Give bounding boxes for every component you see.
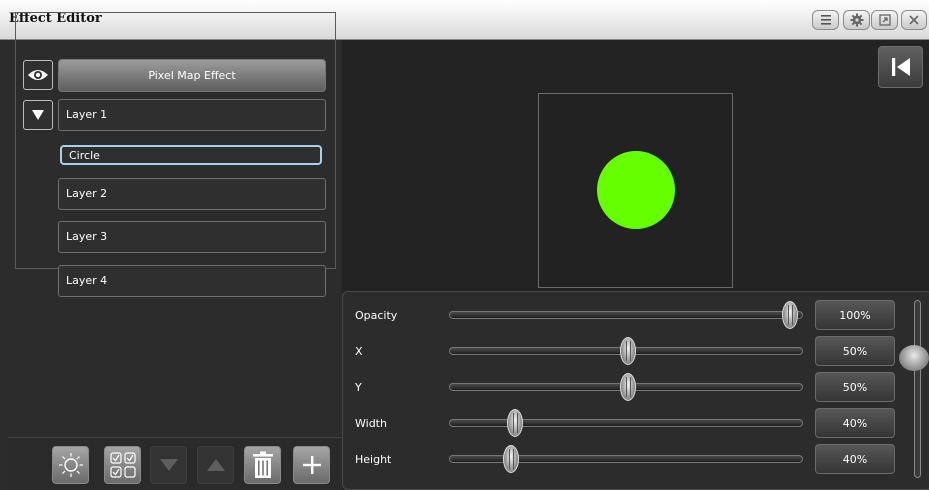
close-icon — [909, 15, 919, 25]
delete-button[interactable] — [244, 446, 281, 484]
close-button[interactable] — [901, 10, 927, 30]
opacity-slider[interactable] — [449, 301, 803, 329]
move-up-button[interactable] — [197, 446, 234, 484]
property-value: 50% — [842, 380, 868, 394]
move-down-icon — [159, 459, 178, 471]
layer-row[interactable]: Layer 4 — [58, 265, 326, 297]
skip-to-start-icon — [891, 58, 910, 76]
layer-label: Layer 1 — [66, 108, 108, 121]
property-value: 40% — [842, 416, 868, 430]
triangle-down-icon — [32, 110, 44, 120]
rewind-button[interactable] — [878, 46, 923, 88]
visibility-toggle[interactable] — [23, 60, 53, 90]
slider-handle[interactable] — [620, 337, 636, 365]
x-slider[interactable] — [449, 337, 803, 365]
layer-row[interactable]: Layer 2 — [58, 178, 326, 210]
layer-row[interactable]: Layer 3 — [58, 221, 326, 253]
width-slider[interactable] — [449, 409, 803, 437]
layer-label: Layer 3 — [66, 230, 108, 243]
layer-label: Circle — [69, 149, 100, 162]
layer-row-selected[interactable]: Circle — [60, 145, 322, 165]
expand-button[interactable] — [871, 10, 898, 30]
select-multiple-icon — [109, 452, 136, 478]
y-slider[interactable] — [449, 373, 803, 401]
x-value-button[interactable]: 50% — [815, 336, 895, 366]
property-label: Width — [355, 417, 387, 430]
gear-icon — [850, 13, 863, 27]
height-slider[interactable] — [449, 445, 803, 473]
property-label: X — [355, 345, 363, 358]
property-value: 100% — [839, 308, 871, 322]
move-down-button[interactable] — [150, 446, 187, 484]
property-value: 50% — [842, 344, 868, 358]
scrollbar-thumb[interactable] — [899, 345, 929, 371]
eye-icon — [28, 70, 48, 80]
expand-layer-toggle[interactable] — [23, 100, 53, 130]
property-label: Opacity — [355, 309, 398, 322]
list-icon — [820, 15, 831, 25]
height-value-button[interactable]: 40% — [815, 444, 895, 474]
slider-handle[interactable] — [620, 373, 636, 401]
circle-shape — [597, 151, 675, 229]
settings-button[interactable] — [843, 10, 870, 30]
properties-scrollbar[interactable] — [914, 300, 921, 478]
slider-handle[interactable] — [503, 445, 519, 473]
property-label: Height — [355, 453, 392, 466]
width-value-button[interactable]: 40% — [815, 408, 895, 438]
property-label: Y — [355, 381, 362, 394]
slider-handle[interactable] — [782, 301, 798, 329]
effect-preview — [538, 93, 733, 288]
layer-row[interactable]: Layer 1 — [58, 99, 326, 131]
brightness-icon — [58, 453, 83, 477]
layer-label: Layer 4 — [66, 274, 108, 287]
add-icon — [302, 456, 321, 474]
trash-icon — [252, 451, 273, 478]
slider-handle[interactable] — [507, 409, 523, 437]
opacity-value-button[interactable]: 100% — [815, 300, 895, 330]
y-value-button[interactable]: 50% — [815, 372, 895, 402]
effect-button[interactable]: Pixel Map Effect — [58, 59, 326, 92]
select-multiple-button[interactable] — [104, 446, 141, 484]
effect-label: Pixel Map Effect — [148, 69, 236, 82]
layer-label: Layer 2 — [66, 187, 108, 200]
expand-icon — [878, 14, 891, 26]
property-value: 40% — [842, 452, 868, 466]
move-up-icon — [206, 459, 225, 471]
add-button[interactable] — [293, 446, 330, 484]
brightness-button[interactable] — [52, 446, 89, 484]
menu-button[interactable] — [812, 10, 839, 30]
